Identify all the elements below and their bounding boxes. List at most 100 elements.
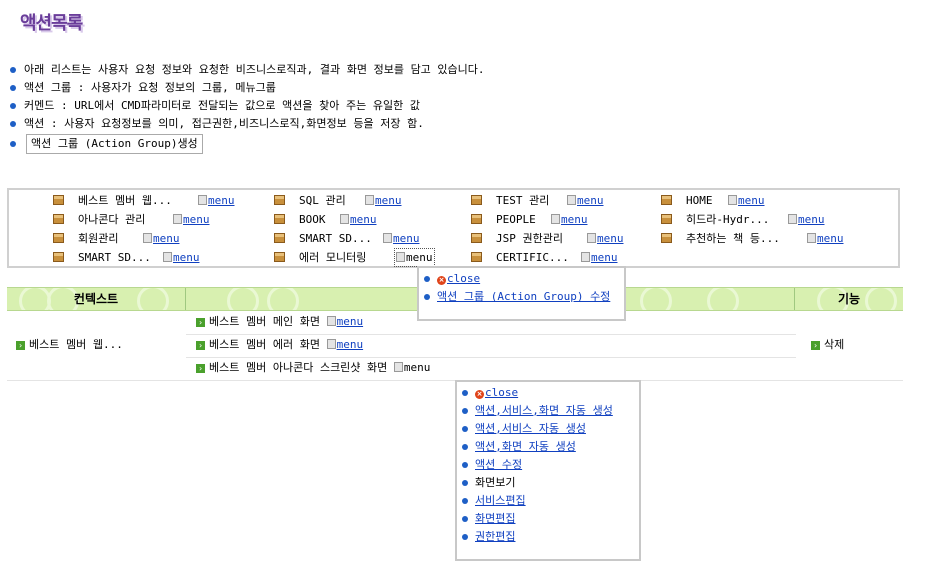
box-icon xyxy=(274,252,285,262)
arrow-icon: › xyxy=(196,341,205,350)
box-icon xyxy=(471,252,482,262)
bullet-icon xyxy=(462,534,468,540)
action-group-menu[interactable]: menu xyxy=(340,210,377,229)
box-icon xyxy=(471,214,482,224)
bullet-icon xyxy=(10,85,16,91)
bullet-icon xyxy=(462,408,468,414)
action-group-menu[interactable]: menu xyxy=(807,229,844,248)
action-group-menu[interactable]: menu xyxy=(163,248,200,267)
box-icon xyxy=(53,233,64,243)
menu-icon xyxy=(383,233,392,243)
delete-button[interactable]: › 삭제 xyxy=(811,335,844,355)
info-item: 아래 리스트는 사용자 요청 정보와 요청한 비즈니스로직과, 결과 화면 정보… xyxy=(8,61,485,79)
menu-item[interactable]: 화면편집 xyxy=(457,510,639,528)
bullet-icon xyxy=(462,444,468,450)
close-icon: × xyxy=(437,276,446,285)
info-item: 액션 그룹 : 사용자가 요청 정보의 그룹, 메뉴그룹 xyxy=(8,79,485,97)
menu-icon xyxy=(326,316,336,326)
menu-icon xyxy=(143,233,152,243)
menu-item[interactable]: 권한편집 xyxy=(457,528,639,546)
bullet-icon xyxy=(424,294,430,300)
action-group-grid: 베스트 멤버 웹... menu SQL 관리 menu TEST 관리 men… xyxy=(7,188,900,268)
bullet-icon xyxy=(462,426,468,432)
box-icon xyxy=(471,195,482,205)
box-icon xyxy=(471,233,482,243)
menu-icon xyxy=(788,214,797,224)
box-icon xyxy=(53,214,64,224)
close-icon: × xyxy=(475,390,484,399)
table-row[interactable]: › 베스트 멤버 메인 화면 menu xyxy=(196,312,363,332)
bullet-icon xyxy=(462,480,468,486)
bullet-icon xyxy=(462,498,468,504)
box-icon xyxy=(661,195,672,205)
header-function: 기능 xyxy=(837,292,861,306)
bullet-icon xyxy=(10,121,16,127)
box-icon xyxy=(53,195,64,205)
close-item[interactable]: × close xyxy=(457,384,639,402)
box-icon xyxy=(274,233,285,243)
create-action-group-button[interactable]: 액션 그룹 (Action Group)생성 xyxy=(26,134,203,154)
info-list: 아래 리스트는 사용자 요청 정보와 요청한 비즈니스로직과, 결과 화면 정보… xyxy=(8,61,485,155)
action-group-menu[interactable]: menu xyxy=(567,191,604,210)
action-group-menu[interactable]: menu xyxy=(788,210,825,229)
box-icon xyxy=(53,252,64,262)
menu-item[interactable]: 액션,서비스,화면 자동 생성 xyxy=(457,402,639,420)
table-row[interactable]: › 베스트 멤버 아나콘다 스크린샷 화면 menu xyxy=(196,358,430,378)
menu-icon xyxy=(173,214,182,224)
box-icon xyxy=(274,214,285,224)
group-context-menu: × close 액션 그룹 (Action Group) 수정 xyxy=(417,266,626,321)
bullet-icon xyxy=(10,103,16,109)
menu-icon xyxy=(393,362,403,372)
edit-group-item[interactable]: 액션 그룹 (Action Group) 수정 xyxy=(419,288,624,306)
action-group-menu-active[interactable]: menu xyxy=(394,248,435,267)
info-item: 커멘드 : URL에서 CMD파라미터로 전달되는 값으로 액션을 찾아 주는 … xyxy=(8,97,485,115)
header-context: 컨텍스트 xyxy=(73,292,119,306)
menu-icon xyxy=(587,233,596,243)
menu-item[interactable]: 서비스편집 xyxy=(457,492,639,510)
bullet-icon xyxy=(424,276,430,282)
menu-item[interactable]: 액션,서비스 자동 생성 xyxy=(457,420,639,438)
box-icon xyxy=(274,195,285,205)
menu-icon xyxy=(163,252,172,262)
bullet-icon xyxy=(10,67,16,73)
arrow-icon: › xyxy=(16,341,25,350)
menu-icon xyxy=(365,195,374,205)
menu-item[interactable]: 화면보기 xyxy=(457,474,639,492)
action-group-menu[interactable]: menu xyxy=(383,229,420,248)
action-group-menu[interactable]: menu xyxy=(143,229,180,248)
menu-icon xyxy=(198,195,207,205)
menu-icon xyxy=(340,214,349,224)
menu-icon xyxy=(728,195,737,205)
arrow-icon: › xyxy=(196,364,205,373)
menu-icon xyxy=(551,214,560,224)
action-group-menu[interactable]: menu xyxy=(173,210,210,229)
context-cell: › 베스트 멤버 웹... xyxy=(16,335,123,355)
bullet-icon xyxy=(462,462,468,468)
action-group-menu[interactable]: menu xyxy=(365,191,402,210)
close-item[interactable]: × close xyxy=(419,270,624,288)
arrow-icon: › xyxy=(196,318,205,327)
action-group-menu[interactable]: menu xyxy=(551,210,588,229)
box-icon xyxy=(661,233,672,243)
info-item: 액션 그룹 (Action Group)생성 xyxy=(8,133,485,155)
bullet-icon xyxy=(462,390,468,396)
menu-icon xyxy=(581,252,590,262)
menu-icon xyxy=(567,195,576,205)
page-title: 액션목록 xyxy=(20,13,83,34)
arrow-icon: › xyxy=(811,341,820,350)
info-item: 액션 : 사용자 요청정보를 의미, 접근권한,비즈니스로직,화면정보 등을 저… xyxy=(8,115,485,133)
menu-item[interactable]: 액션 수정 xyxy=(457,456,639,474)
bullet-icon xyxy=(462,516,468,522)
box-icon xyxy=(661,214,672,224)
menu-icon xyxy=(396,252,405,262)
bullet-icon xyxy=(10,141,16,147)
menu-icon xyxy=(807,233,816,243)
table-row[interactable]: › 베스트 멤버 에러 화면 menu xyxy=(196,335,363,355)
action-group-menu[interactable]: menu xyxy=(581,248,618,267)
menu-icon xyxy=(326,339,336,349)
action-group-menu[interactable]: menu xyxy=(728,191,765,210)
action-group-menu[interactable]: menu xyxy=(587,229,624,248)
action-context-menu: × close 액션,서비스,화면 자동 생성 액션,서비스 자동 생성 액션,화… xyxy=(455,380,641,561)
menu-item[interactable]: 액션,화면 자동 생성 xyxy=(457,438,639,456)
action-group-menu[interactable]: menu xyxy=(198,191,235,210)
